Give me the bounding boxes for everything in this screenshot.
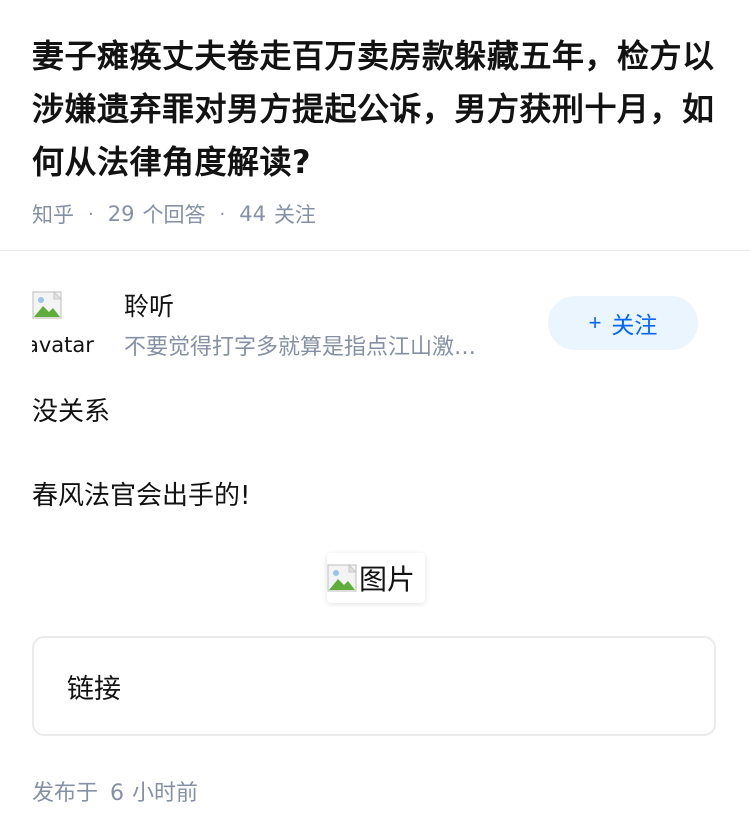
avatar[interactable]: avatar bbox=[32, 289, 98, 355]
author-name[interactable]: 聆听 bbox=[124, 287, 174, 323]
publish-suffix: 小时前 bbox=[132, 781, 199, 806]
avatar-alt-text: avatar bbox=[32, 333, 94, 355]
answer-count-label[interactable]: 个回答 bbox=[142, 199, 205, 229]
divider bbox=[0, 250, 750, 251]
follow-count: 44 bbox=[239, 202, 266, 226]
answer-image[interactable]: 图片 bbox=[327, 553, 425, 603]
answer-count: 29 bbox=[107, 202, 135, 226]
publish-num: 6 bbox=[110, 781, 125, 806]
image-alt-text: 图片 bbox=[359, 563, 416, 596]
author-row: avatar 聆听 不要觉得打字多就算是指点江山激… + 关注 bbox=[32, 285, 698, 365]
link-card[interactable]: 链接 bbox=[32, 636, 716, 736]
follow-button[interactable]: + 关注 bbox=[548, 296, 698, 350]
broken-image-icon bbox=[327, 563, 358, 592]
broken-image-icon bbox=[32, 290, 63, 319]
author-bio: 不要觉得打字多就算是指点江山激… bbox=[124, 335, 477, 360]
follow-button-label: 关注 bbox=[611, 312, 658, 338]
separator-dot: · bbox=[88, 203, 94, 225]
answer-content: 没关系 春风法官会出手的! bbox=[32, 392, 718, 516]
question-meta: 知乎 · 29 个回答 · 44 关注 bbox=[32, 199, 718, 229]
answer-paragraph: 春风法官会出手的! bbox=[32, 481, 251, 511]
question-title[interactable]: 妻子瘫痪丈夫卷走百万卖房款躲藏五年，检方以涉嫌遗弃罪对男方提起公诉，男方获刑十月… bbox=[32, 30, 718, 189]
plus-icon: + bbox=[588, 310, 602, 335]
link-card-label: 链接 bbox=[67, 673, 121, 705]
separator-dot: · bbox=[219, 203, 226, 225]
publish-prefix: 发布于 bbox=[32, 781, 99, 806]
answer-paragraph: 没关系 bbox=[32, 397, 111, 427]
publish-time: 发布于 6 小时前 bbox=[32, 775, 198, 807]
follow-count-label[interactable]: 关注 bbox=[274, 199, 316, 229]
source-label[interactable]: 知乎 bbox=[32, 199, 74, 229]
question-header: 妻子瘫痪丈夫卷走百万卖房款躲藏五年，检方以涉嫌遗弃罪对男方提起公诉，男方获刑十月… bbox=[0, 0, 750, 229]
